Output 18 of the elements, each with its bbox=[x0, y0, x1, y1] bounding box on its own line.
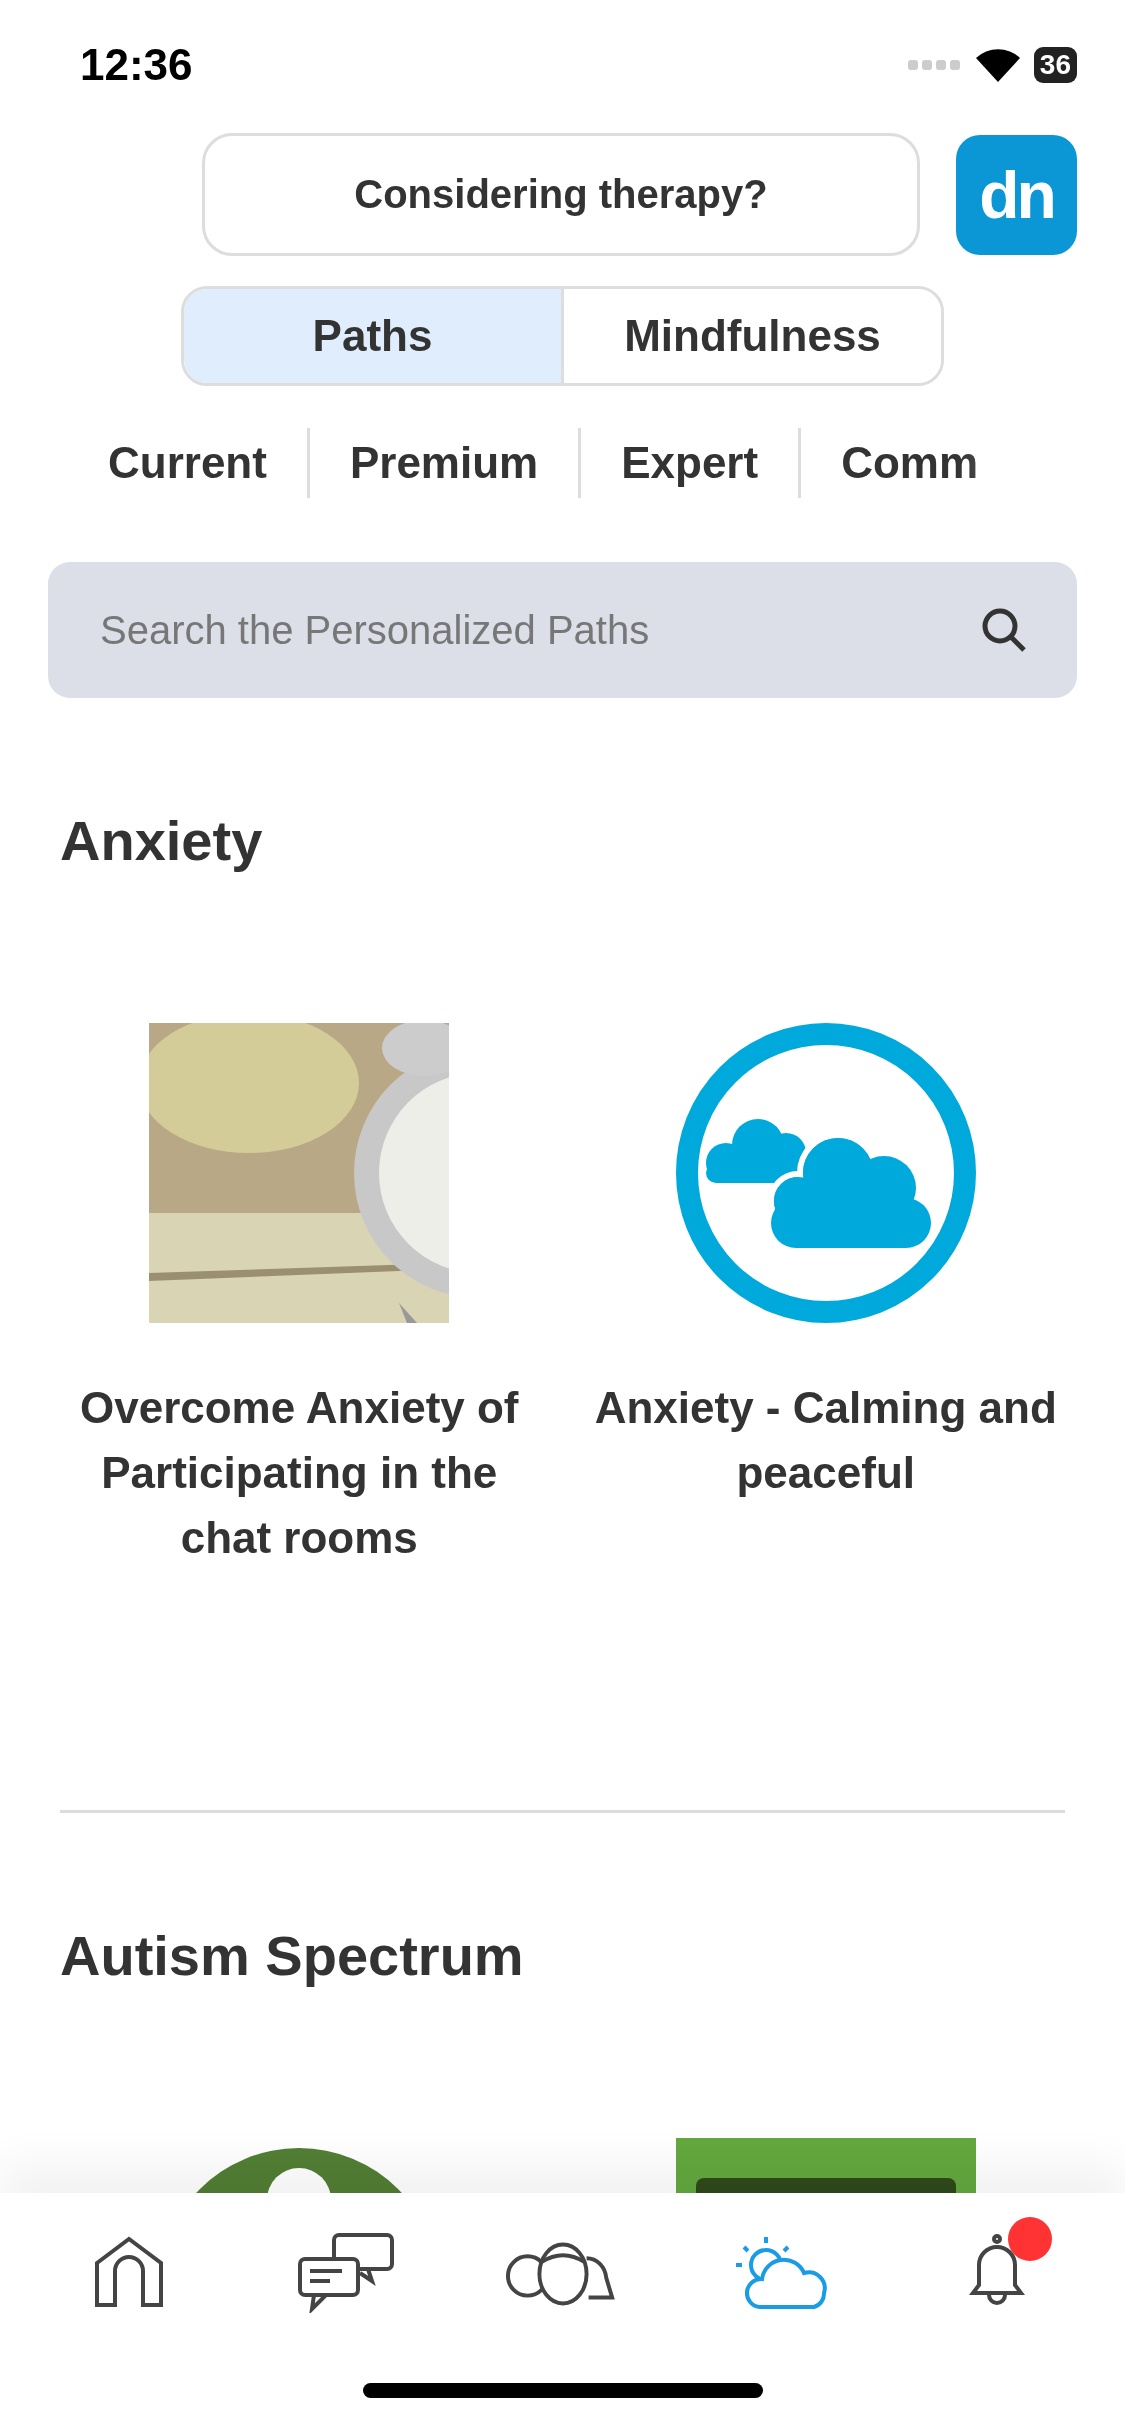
chat-icon bbox=[297, 2233, 394, 2313]
section-title: Autism Spectrum bbox=[59, 1923, 525, 1988]
path-title[interactable]: Anxiety - Calming and peaceful bbox=[590, 1375, 1061, 1505]
filter-tab[interactable]: Current bbox=[0, 428, 307, 498]
filter-tab[interactable]: Premium bbox=[306, 428, 579, 498]
search-icon bbox=[981, 607, 1027, 653]
filter-tab[interactable]: Comm bbox=[798, 428, 1019, 498]
cloud-logo-icon bbox=[675, 1023, 976, 1323]
considering-therapy-button[interactable]: Considering therapy? bbox=[202, 133, 920, 256]
section-title: Anxiety bbox=[59, 808, 264, 873]
search-field[interactable]: Search the Personalized Paths bbox=[48, 562, 1077, 698]
battery-icon: 36 bbox=[1033, 47, 1077, 83]
status-time: 12:36 bbox=[80, 40, 193, 90]
filter-tab[interactable]: Expert bbox=[578, 428, 799, 498]
signal-icon bbox=[907, 58, 962, 72]
wifi-icon bbox=[975, 48, 1020, 82]
path-title[interactable]: Overcome Anxiety of Participating in the chat rooms bbox=[64, 1375, 535, 1570]
segment-tab[interactable]: Paths bbox=[184, 289, 564, 383]
